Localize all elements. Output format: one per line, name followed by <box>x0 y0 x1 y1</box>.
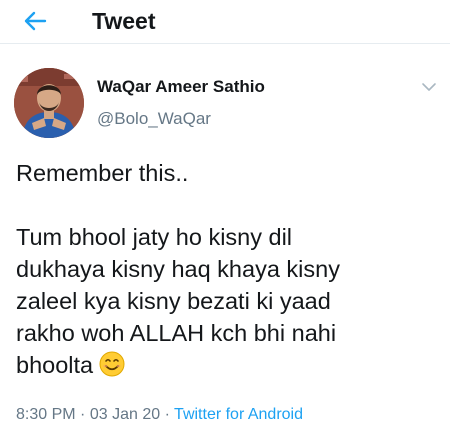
page-title: Tweet <box>92 8 156 34</box>
smiling-face-emoji-icon <box>99 351 125 377</box>
tweet-time: 8:30 PM <box>16 406 76 423</box>
top-bar: Tweet <box>0 0 450 44</box>
more-options-button[interactable] <box>420 80 438 94</box>
tweet-source-link[interactable]: Twitter for Android <box>174 406 303 423</box>
chevron-down-icon <box>422 83 436 91</box>
author-handle[interactable]: @Bolo_WaQar <box>97 108 211 130</box>
tweet-line1: Remember this.. <box>16 160 189 186</box>
tweet-date: 03 Jan 20 <box>89 406 161 423</box>
avatar[interactable] <box>14 68 84 138</box>
tweet-meta: 8:30 PM · 03 Jan 20 · Twitter for Androi… <box>16 405 303 425</box>
back-button[interactable] <box>18 6 52 36</box>
author-display-name[interactable]: WaQar Ameer Sathio <box>97 76 265 98</box>
meta-separator: · <box>164 406 170 423</box>
tweet-body: Tum bhool jaty ho kisny dil dukhaya kisn… <box>16 224 340 378</box>
back-arrow-icon <box>24 11 47 31</box>
tweet-text: Remember this.. Tum bhool jaty ho kisny … <box>16 157 441 381</box>
meta-separator: · <box>80 406 86 423</box>
